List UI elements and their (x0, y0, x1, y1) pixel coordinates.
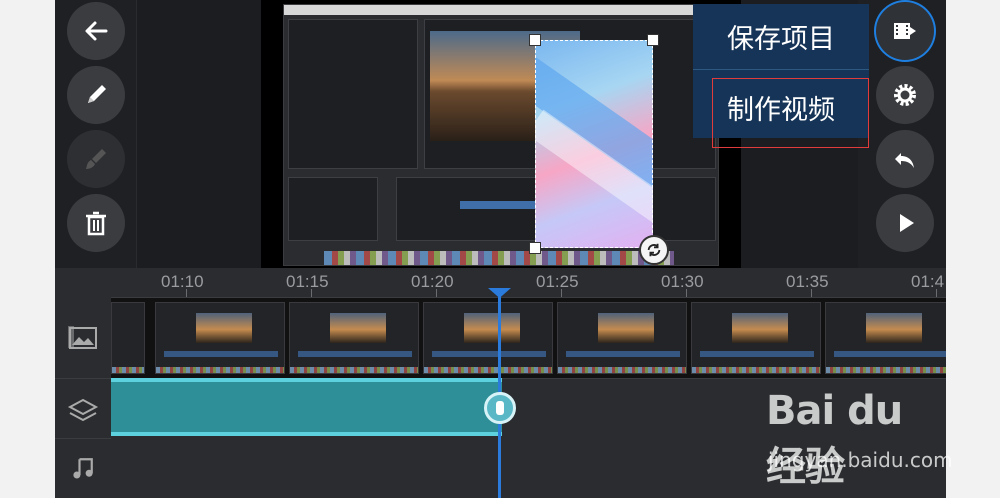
brush-button[interactable] (67, 130, 125, 188)
watermark-logo: Bai du 经验 (766, 388, 903, 490)
back-button[interactable] (67, 2, 125, 60)
left-toolbar (55, 0, 137, 268)
play-button[interactable] (876, 194, 934, 252)
ruler-tick (186, 289, 187, 297)
play-icon (900, 214, 914, 232)
ruler-label: 01:10 (161, 272, 204, 291)
ruler-label: 01:35 (786, 272, 829, 291)
playhead-knob[interactable] (484, 392, 516, 424)
resize-handle-top-right[interactable] (647, 34, 659, 46)
export-button[interactable] (876, 2, 934, 60)
settings-button[interactable] (876, 66, 934, 124)
screen-menubar (284, 5, 718, 15)
video-thumbnail (111, 302, 145, 374)
ruler-label: 01:25 (536, 272, 579, 291)
ruler-label: 01:15 (286, 272, 329, 291)
ruler-label: 01:4 (911, 272, 945, 291)
screen-source-panel (288, 19, 418, 169)
ruler-tick (561, 289, 562, 297)
make-video-highlight (712, 78, 869, 148)
time-ruler[interactable]: 01:10 01:15 01:20 01:25 01:30 01:35 01:4 (111, 268, 946, 298)
watermark-url: jingyan.baidu.com (768, 448, 953, 472)
resize-handle-top-left[interactable] (529, 34, 541, 46)
ruler-label: 01:20 (411, 272, 454, 291)
video-thumbnail (691, 302, 821, 374)
save-project-item[interactable]: 保存项目 (693, 4, 869, 70)
layers-icon[interactable] (63, 390, 103, 430)
track-icons (55, 298, 111, 498)
watermark: Bai du 经验 jingyan.baidu.com (766, 388, 953, 490)
screen-project-panel (288, 177, 378, 241)
ruler-tick (311, 289, 312, 297)
left-margin (0, 0, 55, 498)
preview-area: 保存项目 制作视频 (55, 0, 946, 268)
video-track[interactable] (111, 298, 946, 378)
overlay-clip[interactable] (111, 378, 502, 436)
screen-dock (324, 251, 674, 265)
ruler-label: 01:30 (661, 272, 704, 291)
right-margin (946, 0, 1000, 498)
delete-button[interactable] (67, 194, 125, 252)
rotate-handle[interactable] (639, 235, 669, 265)
pencil-icon (88, 85, 106, 103)
rotate-icon (647, 243, 661, 257)
ruler-tick (811, 289, 812, 297)
film-export-icon (894, 23, 916, 39)
brush-icon (86, 149, 106, 169)
arrow-left-icon (85, 21, 108, 41)
video-thumbnail (289, 302, 419, 374)
ruler-tick (686, 289, 687, 297)
music-note-icon[interactable] (63, 448, 103, 488)
video-thumbnail (557, 302, 687, 374)
right-toolbar (858, 0, 946, 268)
undo-icon (895, 153, 914, 168)
undo-button[interactable] (876, 130, 934, 188)
edit-button[interactable] (67, 66, 125, 124)
video-track-icon[interactable] (63, 318, 103, 358)
video-thumbnail (825, 302, 946, 374)
video-thumbnail (423, 302, 553, 374)
gear-icon (894, 84, 916, 106)
video-canvas[interactable] (261, 0, 741, 268)
ruler-tick (436, 289, 437, 297)
ruler-tick (936, 289, 937, 297)
trash-icon (86, 211, 106, 236)
overlay-selection-border (535, 40, 653, 248)
resize-handle-bottom-left[interactable] (529, 242, 541, 254)
video-thumbnail (155, 302, 285, 374)
